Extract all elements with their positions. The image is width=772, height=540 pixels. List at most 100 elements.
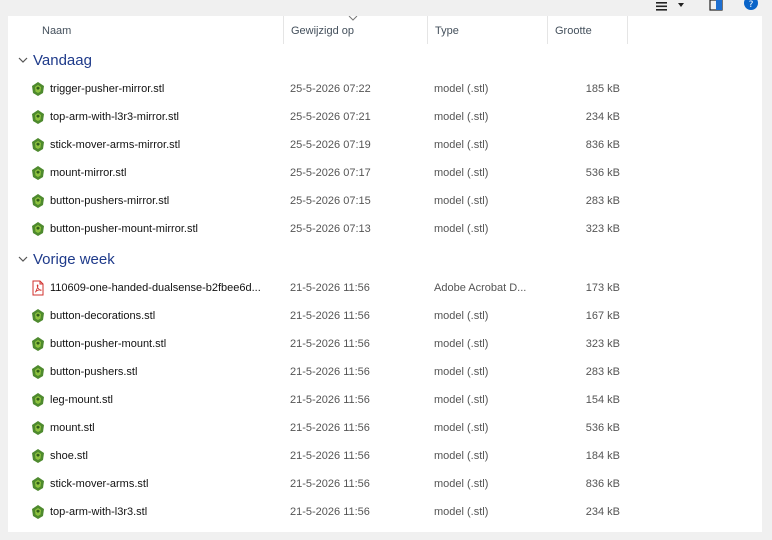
file-size: 536 kB xyxy=(585,167,620,179)
file-name: shoe.stl xyxy=(50,450,88,462)
file-date: 21-5-2026 11:56 xyxy=(290,450,370,462)
file-type: model (.stl) xyxy=(434,338,489,350)
help-icon: ? xyxy=(744,0,758,10)
group-header[interactable]: Vorige week xyxy=(8,248,762,272)
file-size: 167 kB xyxy=(585,310,620,322)
file-row[interactable]: button-pusher-mount-mirror.stl 25-5-2026 … xyxy=(8,215,762,243)
file-size: 323 kB xyxy=(585,338,620,350)
file-date: 21-5-2026 11:56 xyxy=(290,506,370,518)
column-name-label: Naam xyxy=(42,25,72,37)
file-date: 25-5-2026 07:19 xyxy=(290,139,371,151)
file-row[interactable]: button-decorations.stl 21-5-2026 11:56 mod… xyxy=(8,302,762,330)
file-name: leg-mount.stl xyxy=(50,394,113,406)
status-bar-edge xyxy=(0,532,772,540)
stl-file-icon xyxy=(30,420,46,436)
stl-file-icon xyxy=(30,109,46,125)
file-type: model (.stl) xyxy=(434,422,489,434)
file-date: 25-5-2026 07:17 xyxy=(290,167,371,179)
file-row[interactable]: mount.stl 21-5-2026 11:56 model (.stl) 536 … xyxy=(8,414,762,442)
file-date: 21-5-2026 11:56 xyxy=(290,478,370,490)
help-button[interactable]: ? xyxy=(744,0,758,12)
navigation-pane-edge xyxy=(0,16,8,540)
file-type: model (.stl) xyxy=(434,506,489,518)
file-date: 21-5-2026 11:56 xyxy=(290,394,370,406)
column-header-name[interactable]: Naam xyxy=(8,16,284,44)
file-name: stick-mover-arms-mirror.stl xyxy=(50,139,181,151)
svg-text:?: ? xyxy=(749,0,754,10)
details-pane-button[interactable] xyxy=(709,0,723,12)
file-name: button-pusher-mount-mirror.stl xyxy=(50,223,198,235)
file-size: 173 kB xyxy=(585,282,620,294)
stl-file-icon xyxy=(30,336,46,352)
file-name: mount.stl xyxy=(50,422,95,434)
stl-file-icon xyxy=(30,392,46,408)
stl-file-icon xyxy=(30,165,46,181)
file-size: 536 kB xyxy=(585,422,620,434)
stl-file-icon xyxy=(30,448,46,464)
file-name: top-arm-with-l3r3.stl xyxy=(50,506,148,518)
file-type: model (.stl) xyxy=(434,195,489,207)
file-row[interactable]: button-pushers.stl 21-5-2026 11:56 model (… xyxy=(8,358,762,386)
file-date: 21-5-2026 11:56 xyxy=(290,310,370,322)
file-date: 25-5-2026 07:21 xyxy=(290,111,371,123)
file-list: Naam Gewijzigd op Type Grootte Vandaag tr… xyxy=(8,16,762,532)
file-row[interactable]: shoe.stl 21-5-2026 11:56 model (.stl) 184 k… xyxy=(8,442,762,470)
chevron-down-icon[interactable] xyxy=(18,255,28,263)
file-type: Adobe Acrobat D... xyxy=(434,282,527,294)
view-options-icon xyxy=(656,2,684,11)
file-size: 185 kB xyxy=(585,83,620,95)
file-row[interactable]: trigger-pusher-mirror.stl 25-5-2026 07:22… xyxy=(8,75,762,103)
file-row[interactable]: leg-mount.stl 21-5-2026 11:56 model (.stl)… xyxy=(8,386,762,414)
file-size: 234 kB xyxy=(585,506,620,518)
toolbar: ? xyxy=(0,0,772,16)
file-row[interactable]: 110609-one-handed-dualsense-b2fbee6d... 2… xyxy=(8,274,762,302)
details-pane-icon xyxy=(709,0,723,11)
file-row[interactable]: top-arm-with-l3r3.stl 21-5-2026 11:56 mode… xyxy=(8,498,762,526)
file-type: model (.stl) xyxy=(434,223,489,235)
chevron-down-icon xyxy=(678,3,684,7)
file-size: 836 kB xyxy=(585,478,620,490)
file-row[interactable]: stick-mover-arms-mirror.stl 25-5-2026 07:… xyxy=(8,131,762,159)
sort-arrow-icon xyxy=(348,16,358,21)
file-date: 25-5-2026 07:13 xyxy=(290,223,371,235)
file-size: 283 kB xyxy=(585,366,620,378)
file-type: model (.stl) xyxy=(434,111,489,123)
stl-file-icon xyxy=(30,193,46,209)
file-date: 21-5-2026 11:56 xyxy=(290,422,370,434)
column-header-type[interactable]: Type xyxy=(428,16,548,44)
file-type: model (.stl) xyxy=(434,478,489,490)
chevron-down-icon[interactable] xyxy=(18,56,28,64)
column-type-label: Type xyxy=(435,25,459,37)
stl-file-icon xyxy=(30,308,46,324)
stl-file-icon xyxy=(30,504,46,520)
column-header-size[interactable]: Grootte xyxy=(548,16,628,44)
file-size: 323 kB xyxy=(585,223,620,235)
file-name: trigger-pusher-mirror.stl xyxy=(50,83,165,95)
file-size: 184 kB xyxy=(585,450,620,462)
column-header: Naam Gewijzigd op Type Grootte xyxy=(8,16,762,44)
file-row[interactable]: top-arm-with-l3r3-mirror.stl 25-5-2026 07… xyxy=(8,103,762,131)
stl-file-icon xyxy=(30,81,46,97)
file-date: 21-5-2026 11:56 xyxy=(290,282,370,294)
file-name: 110609-one-handed-dualsense-b2fbee6d... xyxy=(50,282,261,294)
stl-file-icon xyxy=(30,137,46,153)
group-header[interactable]: Vandaag xyxy=(8,49,762,73)
file-row[interactable]: button-pushers-mirror.stl 25-5-2026 07:15… xyxy=(8,187,762,215)
file-name: button-pusher-mount.stl xyxy=(50,338,167,350)
file-type: model (.stl) xyxy=(434,139,489,151)
file-type: model (.stl) xyxy=(434,366,489,378)
file-row[interactable]: stick-mover-arms.stl 21-5-2026 11:56 model… xyxy=(8,470,762,498)
column-date-label: Gewijzigd op xyxy=(291,25,354,37)
file-name: button-pushers-mirror.stl xyxy=(50,195,170,207)
file-size: 154 kB xyxy=(585,394,620,406)
view-options-button[interactable] xyxy=(654,0,688,12)
file-date: 21-5-2026 11:56 xyxy=(290,366,370,378)
file-type: model (.stl) xyxy=(434,394,489,406)
file-name: button-pushers.stl xyxy=(50,366,138,378)
file-size: 283 kB xyxy=(585,195,620,207)
vertical-scrollbar[interactable] xyxy=(762,36,768,532)
file-size: 836 kB xyxy=(585,139,620,151)
file-row[interactable]: mount-mirror.stl 25-5-2026 07:17 model (.s… xyxy=(8,159,762,187)
file-row[interactable]: button-pusher-mount.stl 21-5-2026 11:56 mo… xyxy=(8,330,762,358)
file-date: 21-5-2026 11:56 xyxy=(290,338,370,350)
